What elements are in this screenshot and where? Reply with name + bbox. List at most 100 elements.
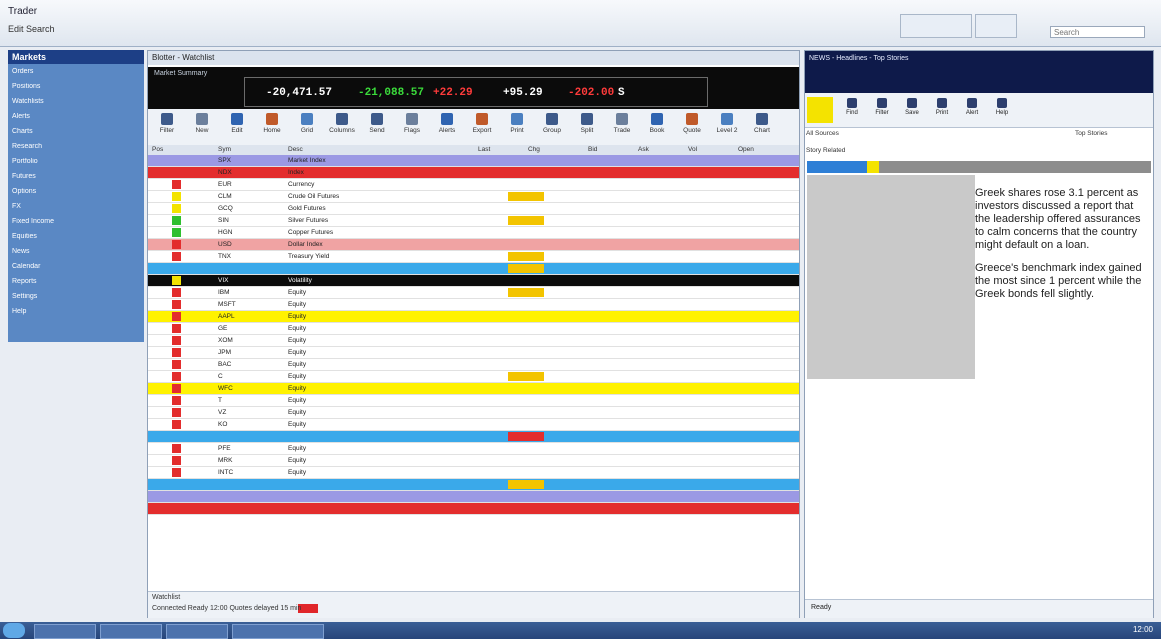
- nav-item[interactable]: FX: [12, 203, 140, 211]
- table-row[interactable]: KO Equity: [148, 419, 799, 431]
- table-row[interactable]: [148, 263, 799, 275]
- column-header[interactable]: Sym: [218, 146, 231, 153]
- nav-item[interactable]: Help: [12, 308, 140, 316]
- column-header[interactable]: Vol: [688, 146, 697, 153]
- taskbar-app[interactable]: [100, 624, 162, 639]
- column-header[interactable]: Pos: [152, 146, 163, 153]
- toolbar-button[interactable]: Export: [467, 111, 497, 143]
- toolbar-button[interactable]: Level 2: [712, 111, 742, 143]
- news-source-filter[interactable]: All Sources: [806, 130, 839, 137]
- table-row[interactable]: T Equity: [148, 395, 799, 407]
- taskbar-app[interactable]: [34, 624, 96, 639]
- taskbar-app-active[interactable]: [232, 624, 324, 639]
- table-row[interactable]: CLM Crude Oil Futures: [148, 191, 799, 203]
- table-row[interactable]: JPM Equity: [148, 347, 799, 359]
- nav-item[interactable]: Positions: [12, 83, 140, 91]
- toolbar-button[interactable]: Chart: [747, 111, 777, 143]
- table-row[interactable]: WFC Equity: [148, 383, 799, 395]
- column-header[interactable]: Desc: [288, 146, 303, 153]
- toolbar-button[interactable]: Send: [362, 111, 392, 143]
- cell-highlight: [508, 372, 544, 381]
- taskbar-app[interactable]: [166, 624, 228, 639]
- nav-item[interactable]: Settings: [12, 293, 140, 301]
- table-row[interactable]: EUR Currency: [148, 179, 799, 191]
- toolbar-button[interactable]: New: [187, 111, 217, 143]
- toolbar-label: Grid: [300, 127, 314, 134]
- table-row[interactable]: IBM Equity: [148, 287, 799, 299]
- table-row[interactable]: [148, 479, 799, 491]
- news-tool-button[interactable]: Find: [841, 97, 863, 123]
- table-row[interactable]: GCQ Gold Futures: [148, 203, 799, 215]
- table-row[interactable]: SPX Market Index: [148, 155, 799, 167]
- nav-item[interactable]: Watchlists: [12, 98, 140, 106]
- nav-item[interactable]: Options: [12, 188, 140, 196]
- menu-bar[interactable]: Edit Search: [8, 24, 55, 34]
- table-row[interactable]: AAPL Equity: [148, 311, 799, 323]
- news-tool-button[interactable]: Alert: [961, 97, 983, 123]
- column-header[interactable]: Bid: [588, 146, 597, 153]
- headline-list[interactable]: [807, 175, 975, 379]
- table-row[interactable]: [148, 431, 799, 443]
- nav-item[interactable]: Orders: [12, 68, 140, 76]
- news-tool-button[interactable]: Save: [901, 97, 923, 123]
- toolbar-button[interactable]: Grid: [292, 111, 322, 143]
- nav-item[interactable]: Equities: [12, 233, 140, 241]
- table-row[interactable]: HGN Copper Futures: [148, 227, 799, 239]
- highlight-button[interactable]: [807, 97, 833, 123]
- toolbar-button[interactable]: Trade: [607, 111, 637, 143]
- table-row[interactable]: [148, 491, 799, 503]
- table-row[interactable]: USD Dollar Index: [148, 239, 799, 251]
- nav-item[interactable]: Fixed Income: [12, 218, 140, 226]
- toolbar-button[interactable]: Filter: [152, 111, 182, 143]
- nav-item[interactable]: Futures: [12, 173, 140, 181]
- table-row[interactable]: [148, 503, 799, 515]
- table-row[interactable]: TNX Treasury Yield: [148, 251, 799, 263]
- table-row[interactable]: SIN Silver Futures: [148, 215, 799, 227]
- nav-item[interactable]: Portfolio: [12, 158, 140, 166]
- news-tool-button[interactable]: Print: [931, 97, 953, 123]
- toolbar-button[interactable]: Group: [537, 111, 567, 143]
- news-category[interactable]: Top Stories: [1075, 130, 1108, 137]
- table-row[interactable]: C Equity: [148, 371, 799, 383]
- table-row[interactable]: NDX Index: [148, 167, 799, 179]
- table-row[interactable]: MSFT Equity: [148, 299, 799, 311]
- nav-item[interactable]: Charts: [12, 128, 140, 136]
- nav-item[interactable]: Calendar: [12, 263, 140, 271]
- table-row[interactable]: XOM Equity: [148, 335, 799, 347]
- toolbar-button[interactable]: Columns: [327, 111, 357, 143]
- column-header[interactable]: Ask: [638, 146, 649, 153]
- table-row[interactable]: PFE Equity: [148, 443, 799, 455]
- taskbar-clock: 12:00: [1132, 625, 1153, 634]
- toolbar-button[interactable]: Print: [502, 111, 532, 143]
- nav-item[interactable]: Reports: [12, 278, 140, 286]
- table-row[interactable]: BAC Equity: [148, 359, 799, 371]
- news-tabs[interactable]: Story Related: [806, 147, 845, 154]
- column-header[interactable]: Open: [738, 146, 754, 153]
- news-header: NEWS - Headlines - Top Stories: [805, 51, 1153, 93]
- table-row[interactable]: GE Equity: [148, 323, 799, 335]
- start-button[interactable]: [3, 623, 25, 638]
- news-tool-button[interactable]: Help: [991, 97, 1013, 123]
- toolbar-button[interactable]: Book: [642, 111, 672, 143]
- toolbar-group-2[interactable]: [975, 14, 1017, 38]
- toolbar-group-1[interactable]: [900, 14, 972, 38]
- toolbar-button[interactable]: Home: [257, 111, 287, 143]
- nav-item[interactable]: Research: [12, 143, 140, 151]
- nav-item[interactable]: Alerts: [12, 113, 140, 121]
- toolbar-button[interactable]: Quote: [677, 111, 707, 143]
- search-input[interactable]: [1050, 26, 1145, 38]
- toolbar-button[interactable]: Flags: [397, 111, 427, 143]
- toolbar-icon: [511, 113, 523, 125]
- toolbar-button[interactable]: Split: [572, 111, 602, 143]
- column-header[interactable]: Last: [478, 146, 490, 153]
- table-row[interactable]: VIX Volatility: [148, 275, 799, 287]
- table-row[interactable]: VZ Equity: [148, 407, 799, 419]
- footer-tab[interactable]: Watchlist: [152, 594, 180, 601]
- nav-item[interactable]: News: [12, 248, 140, 256]
- table-row[interactable]: INTC Equity: [148, 467, 799, 479]
- column-header[interactable]: Chg: [528, 146, 540, 153]
- toolbar-button[interactable]: Edit: [222, 111, 252, 143]
- news-tool-button[interactable]: Filter: [871, 97, 893, 123]
- table-row[interactable]: MRK Equity: [148, 455, 799, 467]
- toolbar-button[interactable]: Alerts: [432, 111, 462, 143]
